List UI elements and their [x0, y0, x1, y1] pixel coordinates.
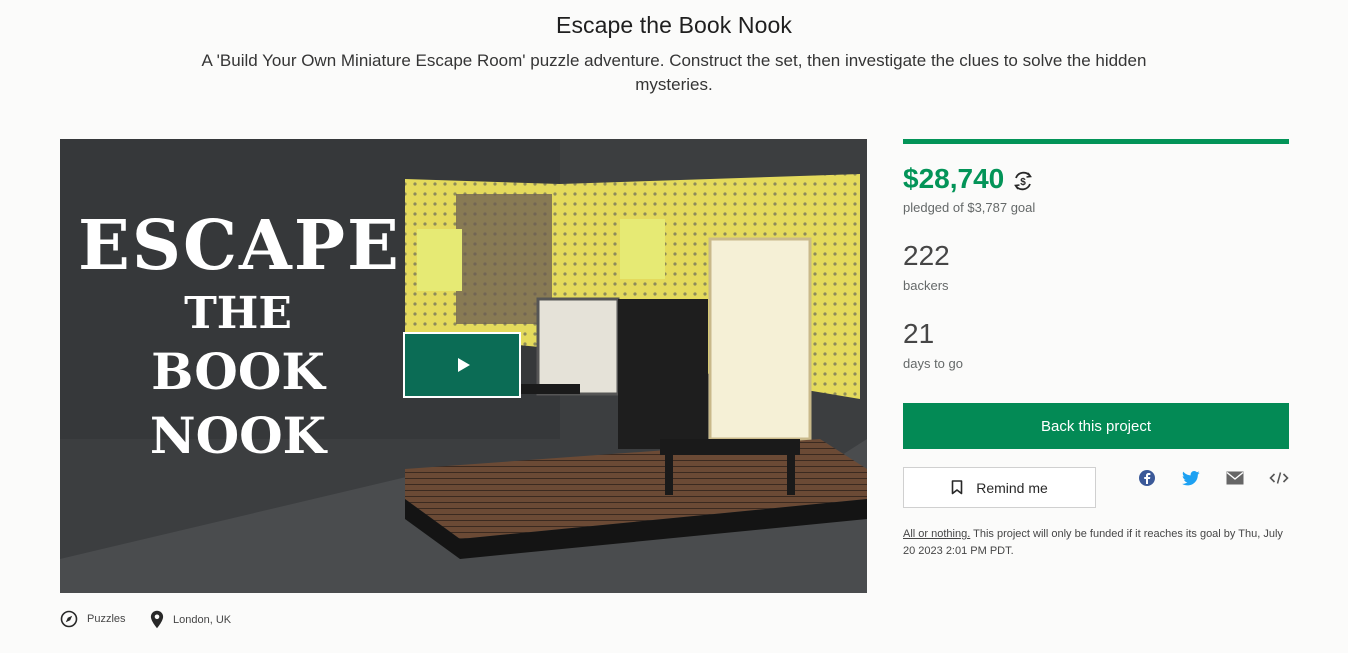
art-line-the: THE	[184, 288, 292, 339]
twitter-icon[interactable]	[1181, 469, 1201, 487]
all-or-nothing-link[interactable]: All or nothing.	[903, 528, 970, 540]
pledged-amount-row: $28,740 $	[903, 163, 1034, 195]
email-icon[interactable]	[1225, 469, 1245, 487]
remind-me-button[interactable]: Remind me	[903, 467, 1096, 508]
location-label: London, UK	[173, 613, 232, 626]
play-icon	[457, 358, 470, 372]
funding-progress-bar	[903, 139, 1289, 144]
funding-progress-fill	[903, 139, 1289, 144]
pledged-goal-label: pledged of $3,787 goal	[903, 200, 1036, 215]
back-this-project-button[interactable]: Back this project	[903, 403, 1289, 449]
backers-count: 222	[903, 240, 950, 271]
funding-note: All or nothing. This project will only b…	[903, 526, 1295, 560]
facebook-icon[interactable]	[1137, 469, 1157, 487]
project-video[interactable]: ESCAPE THE BOOK NOOK	[60, 139, 867, 593]
remind-me-label: Remind me	[976, 479, 1048, 496]
pledged-amount: $28,740	[903, 163, 1005, 194]
video-title-art: ESCAPE THE BOOK NOOK	[78, 204, 401, 468]
art-line-book-nook: BOOK NOOK	[149, 342, 327, 465]
days-to-go-label: days to go	[903, 356, 963, 371]
currency-conversion-icon[interactable]: $	[1012, 170, 1034, 192]
compass-icon	[60, 610, 78, 628]
embed-icon[interactable]	[1269, 469, 1289, 487]
category-link[interactable]: Puzzles	[60, 610, 126, 628]
days-to-go-count: 21	[903, 318, 935, 349]
art-line-escape: ESCAPE	[78, 206, 401, 286]
location-link[interactable]: London, UK	[150, 610, 231, 629]
project-subtitle: A 'Build Your Own Miniature Escape Room'…	[201, 51, 1147, 94]
project-title: Escape the Book Nook	[556, 12, 792, 38]
category-label: Puzzles	[87, 613, 126, 625]
svg-text:$: $	[1020, 177, 1026, 188]
location-pin-icon	[150, 610, 164, 629]
play-button[interactable]	[403, 332, 521, 398]
bookmark-icon	[951, 480, 963, 495]
backers-label: backers	[903, 278, 949, 293]
